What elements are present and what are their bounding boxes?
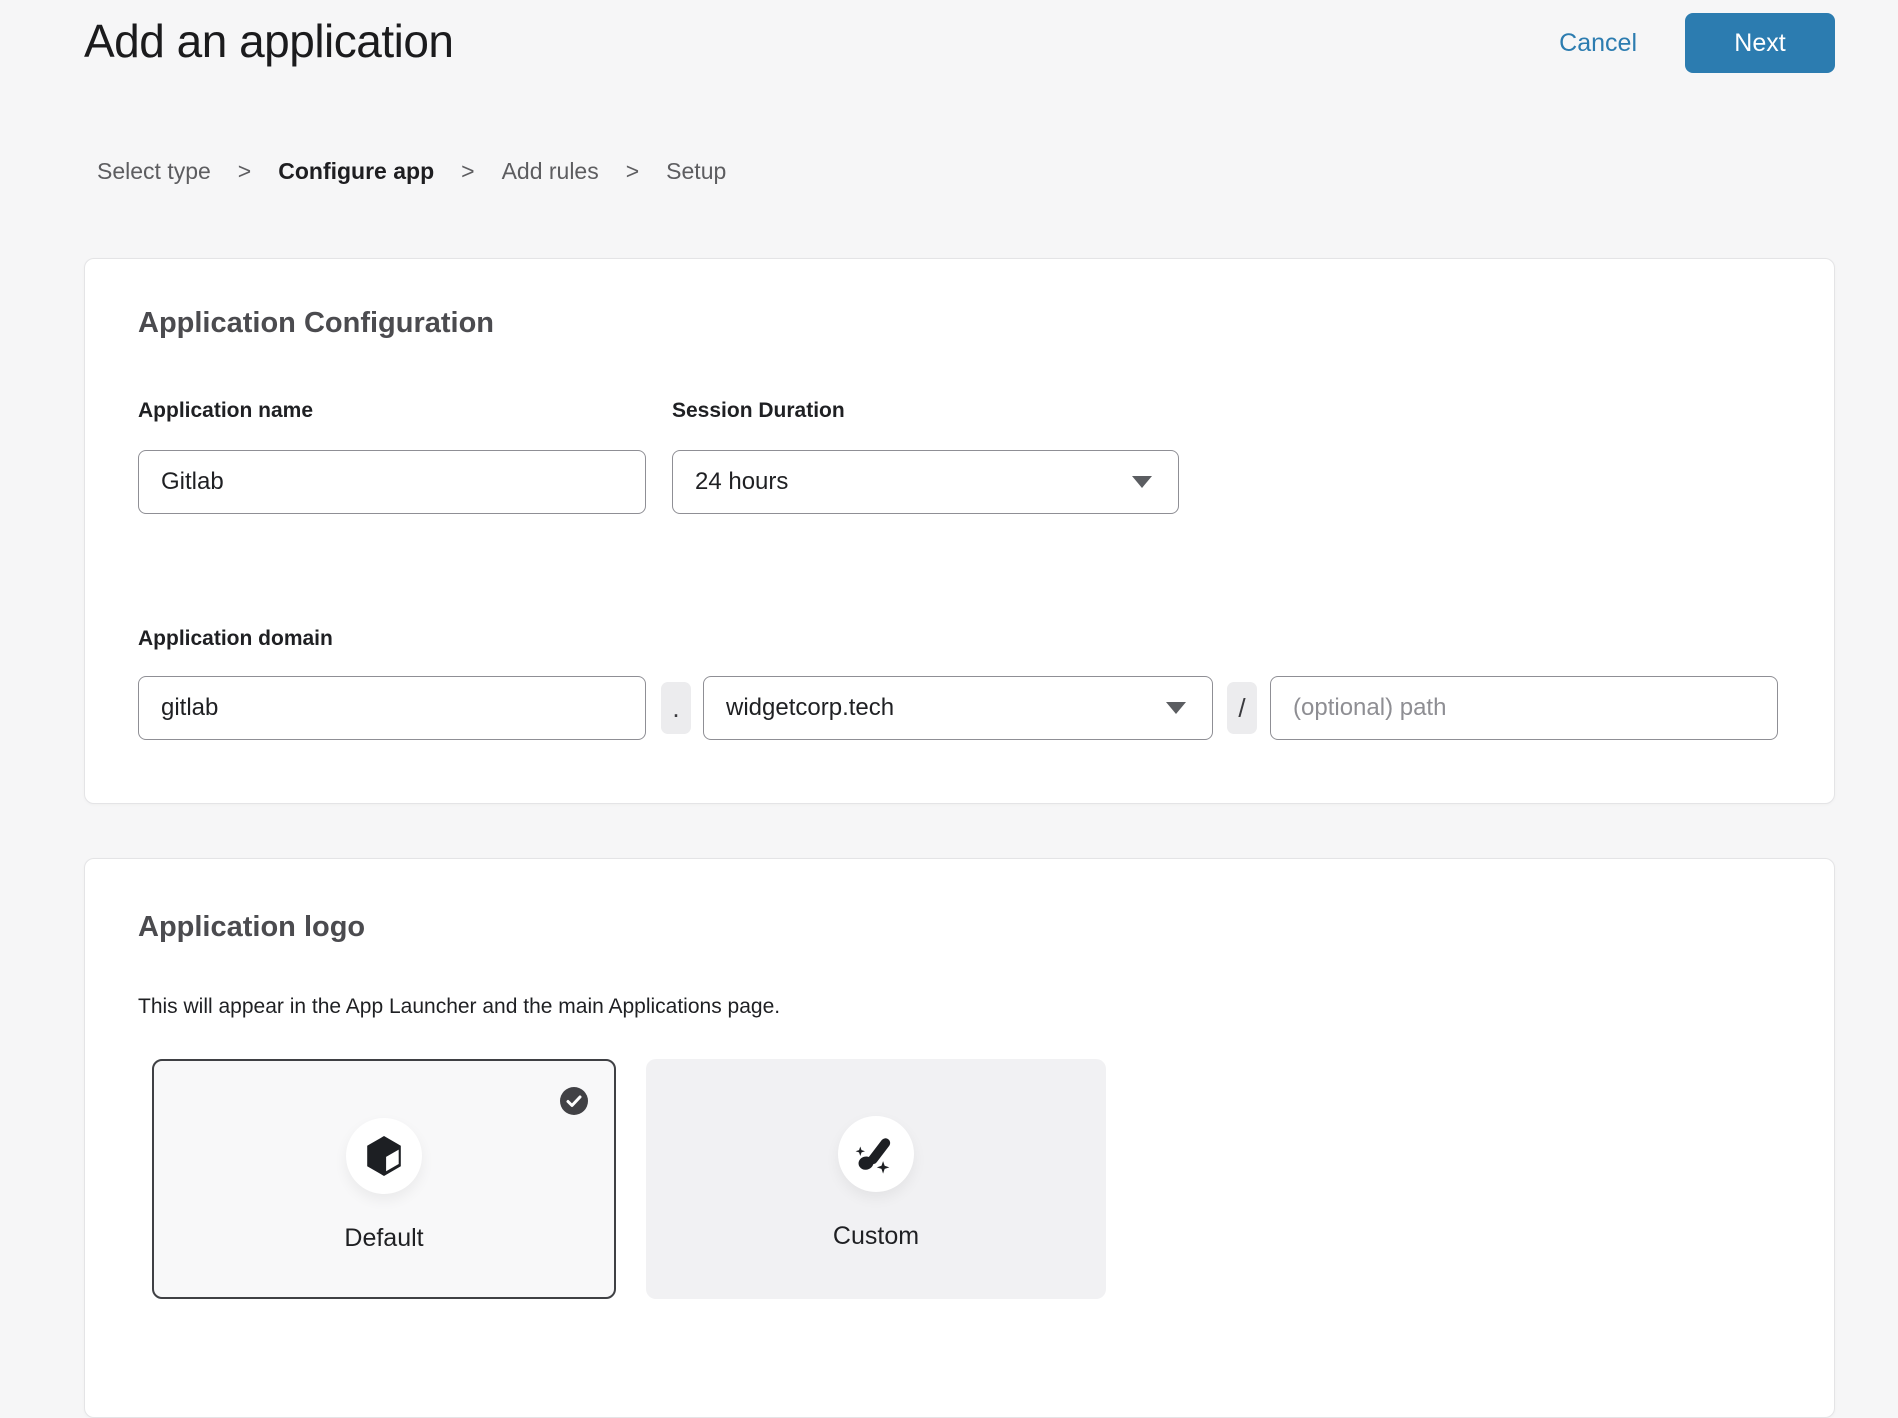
cancel-button[interactable]: Cancel	[1559, 29, 1637, 58]
custom-logo-circle	[838, 1116, 914, 1192]
default-logo-circle	[346, 1118, 422, 1194]
breadcrumb-separator: >	[461, 158, 474, 185]
breadcrumb-separator: >	[238, 158, 251, 185]
session-duration-value: 24 hours	[695, 468, 788, 496]
domain-select[interactable]: widgetcorp.tech	[703, 676, 1213, 740]
logo-option-label: Custom	[646, 1222, 1106, 1251]
breadcrumb-step-setup[interactable]: Setup	[666, 158, 726, 185]
session-duration-label: Session Duration	[672, 399, 845, 423]
dot-separator: .	[661, 682, 691, 734]
breadcrumb: Select type > Configure app > Add rules …	[97, 158, 726, 185]
subdomain-input[interactable]	[138, 676, 646, 740]
chevron-down-icon	[1166, 702, 1186, 714]
chevron-down-icon	[1132, 476, 1152, 488]
logo-option-custom[interactable]: Custom	[646, 1059, 1106, 1299]
page-title: Add an application	[84, 14, 454, 68]
breadcrumb-step-add-rules[interactable]: Add rules	[502, 158, 599, 185]
cube-icon	[365, 1135, 403, 1177]
application-name-label: Application name	[138, 399, 313, 423]
path-input[interactable]	[1270, 676, 1778, 740]
breadcrumb-step-select-type[interactable]: Select type	[97, 158, 211, 185]
application-domain-label: Application domain	[138, 627, 333, 651]
application-configuration-card: Application Configuration Application na…	[84, 258, 1835, 804]
domain-value: widgetcorp.tech	[726, 694, 894, 722]
logo-option-default[interactable]: Default	[152, 1059, 616, 1299]
application-configuration-heading: Application Configuration	[138, 307, 494, 340]
application-logo-card: Application logo This will appear in the…	[84, 858, 1835, 1418]
session-duration-select[interactable]: 24 hours	[672, 450, 1179, 514]
next-button[interactable]: Next	[1685, 13, 1835, 73]
breadcrumb-step-configure-app[interactable]: Configure app	[278, 158, 434, 185]
selected-check-icon	[560, 1087, 588, 1115]
header-actions: Cancel Next	[1559, 13, 1835, 73]
logo-option-label: Default	[154, 1224, 614, 1253]
paintbrush-icon	[854, 1132, 898, 1176]
application-logo-heading: Application logo	[138, 911, 365, 944]
slash-separator: /	[1227, 682, 1257, 734]
breadcrumb-separator: >	[626, 158, 639, 185]
application-name-input[interactable]	[138, 450, 646, 514]
application-logo-description: This will appear in the App Launcher and…	[138, 995, 780, 1019]
